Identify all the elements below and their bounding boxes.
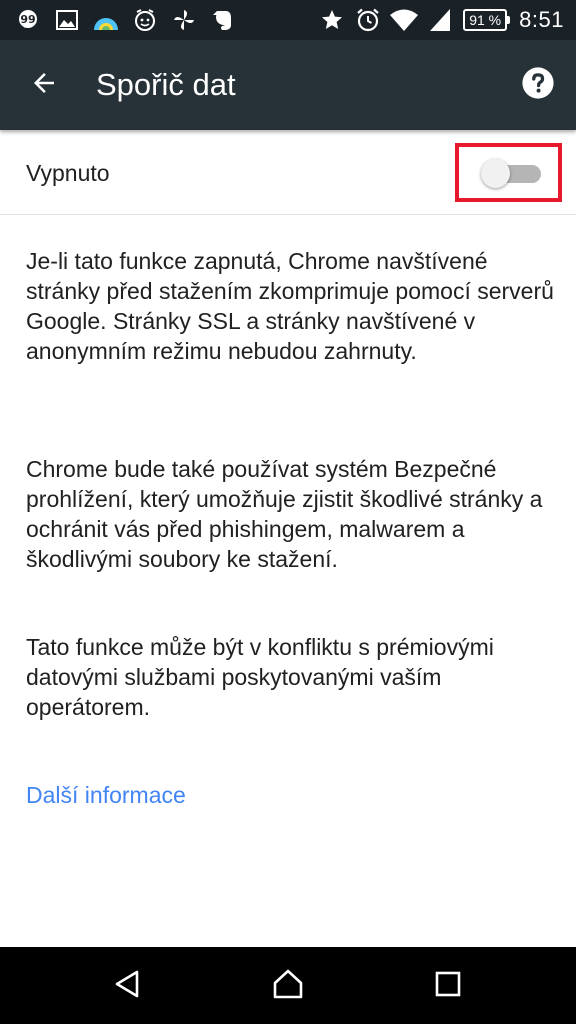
switch-label: Vypnuto xyxy=(26,160,110,186)
arrow-back-icon xyxy=(29,68,59,103)
battery-percentage: 91 % xyxy=(469,12,502,28)
svg-text:99: 99 xyxy=(20,13,35,26)
notification-icons: 99 xyxy=(14,6,248,34)
weather-icon xyxy=(92,6,120,34)
toolbar: Spořič dat xyxy=(0,40,576,130)
alarm-clock-icon xyxy=(353,6,383,34)
data-saver-toggle[interactable] xyxy=(481,158,543,188)
quote-bubble-icon: 99 xyxy=(14,6,42,34)
learn-more-link[interactable]: Další informace xyxy=(26,780,186,810)
data-saver-switch-row[interactable]: Vypnuto xyxy=(0,130,576,215)
description-paragraph: Je-li tato funkce zapnutá, Chrome navští… xyxy=(26,248,554,364)
navigation-bar xyxy=(0,947,576,1024)
cell-signal-icon xyxy=(425,6,455,34)
evernote-icon xyxy=(209,6,237,34)
toggle-thumb xyxy=(481,159,510,188)
nav-back-button[interactable] xyxy=(103,961,153,1011)
nav-recent-apps-button[interactable] xyxy=(423,961,473,1011)
carrier-conflict-paragraph: Tato funkce může být v konfliktu s prémi… xyxy=(26,634,494,720)
image-icon xyxy=(53,6,81,34)
star-icon xyxy=(317,6,347,34)
status-time: 8:51 xyxy=(519,7,564,32)
page-title: Spořič dat xyxy=(96,67,236,102)
back-button[interactable] xyxy=(20,61,68,109)
battery-indicator: 91 % xyxy=(463,9,511,31)
nav-recent-apps-icon xyxy=(433,969,463,1004)
status-bar: 99 91 % 8:51 xyxy=(0,0,576,40)
nav-home-button[interactable] xyxy=(263,961,313,1011)
system-status-icons: 91 % 8:51 xyxy=(311,6,564,34)
pinwheel-icon xyxy=(170,6,198,34)
help-button[interactable] xyxy=(518,65,558,105)
alarm-face-icon xyxy=(131,6,159,34)
wifi-icon xyxy=(389,6,419,34)
screen: 99 91 % 8:51 Spořič dat Vypnuto Je-li ta… xyxy=(0,0,576,1024)
nav-back-icon xyxy=(112,968,144,1005)
safe-browsing-paragraph: Chrome bude také používat systém Bezpečn… xyxy=(26,456,543,572)
nav-home-icon xyxy=(271,967,305,1006)
help-icon xyxy=(521,66,555,105)
